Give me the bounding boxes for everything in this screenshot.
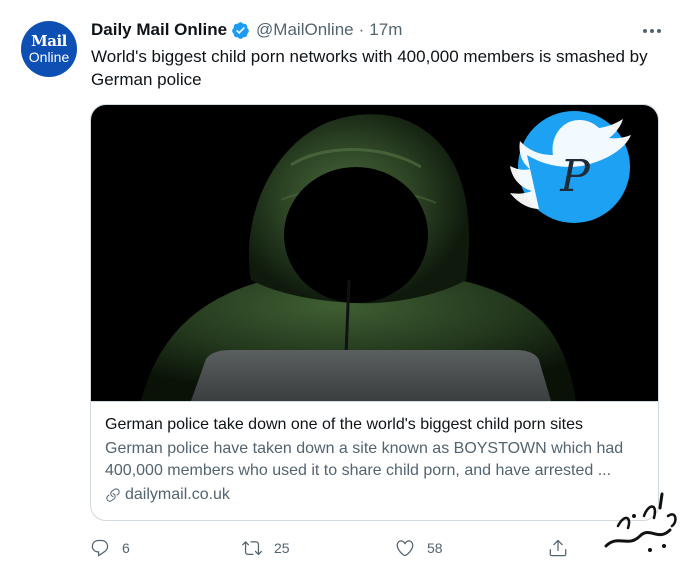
- card-image: P: [91, 105, 658, 401]
- reply-button[interactable]: 6: [90, 536, 130, 560]
- retweet-icon: [242, 541, 262, 556]
- badge-letter: P: [559, 151, 591, 202]
- retweet-button[interactable]: 25: [242, 536, 290, 560]
- heart-icon: [396, 540, 414, 557]
- tweet[interactable]: Mail Online Daily Mail Online @MailOnlin…: [0, 0, 691, 564]
- avatar[interactable]: Mail Online: [21, 21, 77, 77]
- share-icon: [549, 539, 567, 557]
- tweet-text: World's biggest child porn networks with…: [91, 47, 648, 89]
- like-count: 58: [427, 540, 443, 556]
- separator-dot: ·: [358, 20, 365, 39]
- action-bar: 6 25 58: [90, 536, 570, 560]
- timestamp[interactable]: 17m: [369, 20, 402, 40]
- card-body: German police take down one of the world…: [91, 401, 658, 520]
- avatar-line-2: Online: [28, 49, 70, 65]
- more-options-icon[interactable]: [640, 21, 664, 41]
- watermark-logo: [604, 492, 677, 552]
- verified-badge-icon: [232, 21, 249, 39]
- link-icon: [106, 488, 120, 502]
- reply-icon: [91, 539, 109, 557]
- reply-count: 6: [122, 540, 130, 556]
- like-button[interactable]: 58: [395, 536, 443, 560]
- share-button[interactable]: [548, 536, 568, 560]
- retweet-count: 25: [274, 540, 290, 556]
- card-title: German police take down one of the world…: [105, 416, 583, 433]
- display-name[interactable]: Daily Mail Online: [91, 20, 227, 40]
- handle[interactable]: @MailOnline: [256, 20, 354, 40]
- link-card[interactable]: P German police take down one of the wor…: [90, 104, 659, 521]
- card-description: German police have taken down a site kno…: [105, 440, 624, 479]
- card-domain: dailymail.co.uk: [105, 484, 644, 506]
- tweet-header: Daily Mail Online @MailOnline · 17m: [91, 19, 402, 41]
- avatar-line-1: Mail: [31, 32, 67, 50]
- card-domain-text[interactable]: dailymail.co.uk: [125, 484, 230, 506]
